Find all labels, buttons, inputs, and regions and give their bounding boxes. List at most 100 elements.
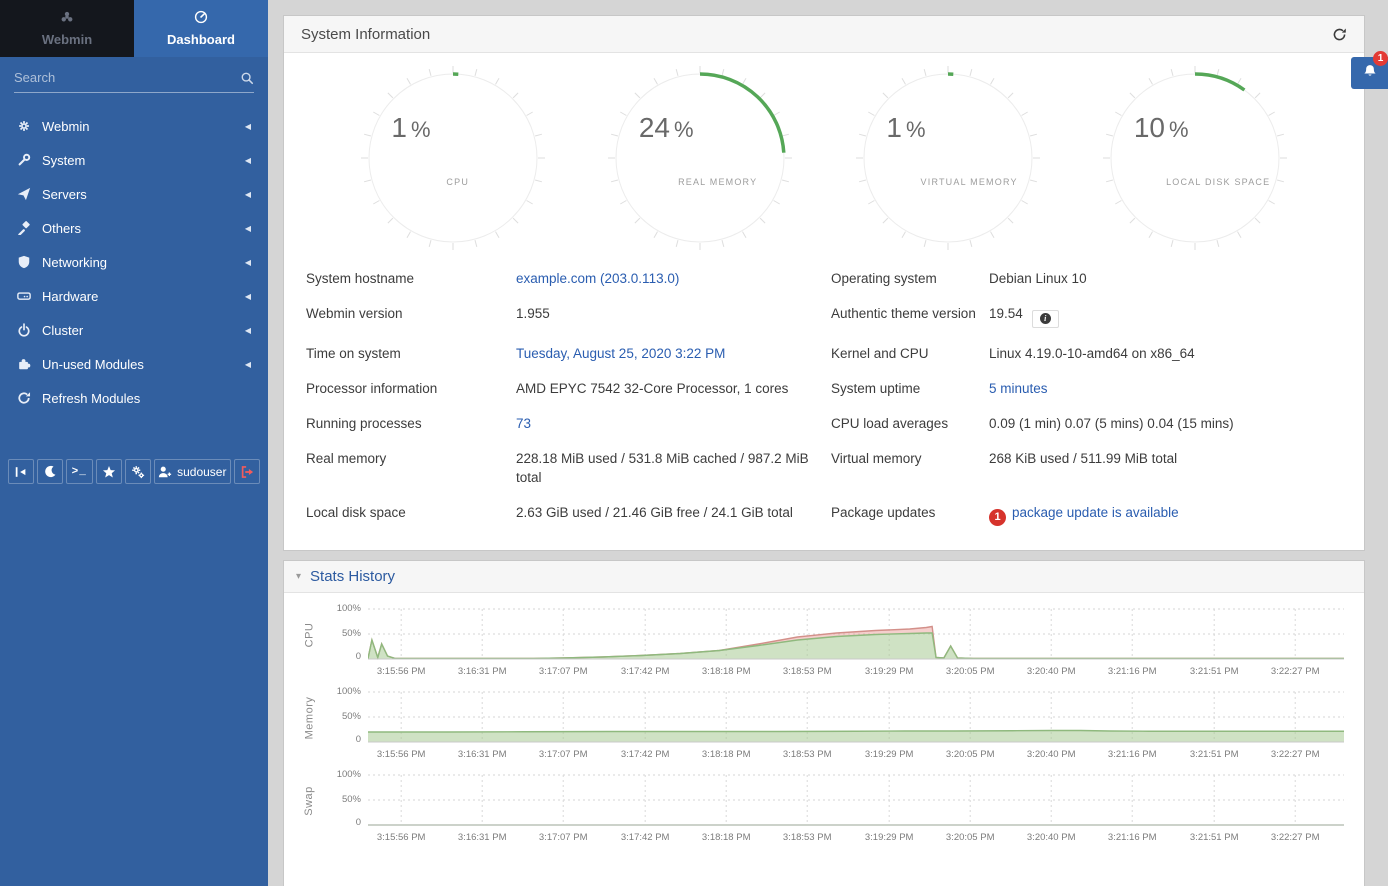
user-button[interactable]: sudouser — [154, 459, 231, 484]
info-value-text: 228.18 MiB used / 531.8 MiB cached / 987… — [516, 451, 809, 485]
gauge-percent-number: 1 — [886, 112, 902, 143]
info-label: Virtual memory — [831, 441, 989, 495]
gauge-percent-number: 10 — [1134, 112, 1165, 143]
sidebar-item-system[interactable]: System ◀ — [0, 143, 268, 177]
sidebar-item-others[interactable]: Others◀ — [0, 211, 268, 245]
night-mode-button[interactable] — [37, 459, 63, 484]
favorites-button[interactable] — [96, 459, 122, 484]
paper-plane-icon — [17, 187, 42, 201]
notifications-button[interactable]: 1 — [1351, 57, 1388, 89]
caret-left-icon: ◀ — [245, 224, 251, 233]
sidebar-item-servers[interactable]: Servers◀ — [0, 177, 268, 211]
sidebar-item-label: Networking — [42, 255, 107, 270]
gauge-caption: VIRTUAL MEMORY — [921, 177, 1018, 187]
notifications-badge: 1 — [1373, 51, 1388, 66]
info-value-link[interactable]: 5 minutes — [989, 381, 1048, 396]
info-value-text: AMD EPYC 7542 32-Core Processor, 1 cores — [516, 381, 788, 396]
sidebar-item-un-used-modules[interactable]: Un-used Modules◀ — [0, 347, 268, 381]
caret-left-icon: ◀ — [245, 258, 251, 267]
chart-xtick: 3:22:27 PM — [1271, 832, 1320, 843]
info-value-link[interactable]: Tuesday, August 25, 2020 3:22 PM — [516, 346, 725, 361]
info-value: example.com (203.0.113.0) — [516, 261, 831, 296]
chart-axis-group-label: Swap — [298, 773, 320, 829]
gauge-caption: CPU — [446, 177, 469, 187]
star-icon — [102, 465, 116, 479]
chart-ylabel: Memory — [303, 696, 315, 739]
info-value: 5 minutes — [989, 371, 1342, 406]
chart-xtick: 3:21:51 PM — [1190, 832, 1239, 843]
terminal-button[interactable]: >_ — [66, 459, 93, 484]
info-value: 73 — [516, 406, 831, 441]
info-label: Time on system — [306, 336, 516, 371]
gauge-value: 1% — [886, 112, 925, 144]
swap-history-chart: Swap100%50%03:15:56 PM3:16:31 PM3:17:07 … — [284, 773, 1364, 847]
info-value-text: 19.54 — [989, 306, 1023, 321]
stats-history-title: Stats History — [310, 568, 395, 585]
tab-webmin[interactable]: Webmin — [0, 0, 134, 57]
collapse-icon — [14, 465, 28, 479]
package-count-badge: 1 — [989, 509, 1006, 526]
username-label: sudouser — [177, 465, 226, 479]
chart-xtick: 3:17:07 PM — [539, 749, 588, 760]
memory-history-chart: Memory100%50%03:15:56 PM3:16:31 PM3:17:0… — [284, 690, 1364, 764]
chart-xtick: 3:17:42 PM — [621, 749, 670, 760]
info-value-text: 1.955 — [516, 306, 550, 321]
info-label: Local disk space — [306, 495, 516, 534]
chart-xtick: 3:21:51 PM — [1190, 666, 1239, 677]
collapse-sidebar-button[interactable] — [8, 459, 34, 484]
search-input[interactable] — [14, 70, 240, 85]
chart-xtick: 3:22:27 PM — [1271, 749, 1320, 760]
gauge-dial — [360, 65, 546, 251]
sidebar-item-label: System — [42, 153, 85, 168]
sidebar-item-hardware[interactable]: Hardware◀ — [0, 279, 268, 313]
stats-history-panel: ▾ Stats History CPU100%50%03:15:56 PM3:1… — [283, 560, 1365, 886]
chart-plot-area: 3:15:56 PM3:16:31 PM3:17:07 PM3:17:42 PM… — [368, 773, 1344, 847]
info-value-link[interactable]: package update is available — [1012, 505, 1179, 520]
sidebar-item-webmin[interactable]: Webmin◀ — [0, 109, 268, 143]
info-value-link[interactable]: example.com (203.0.113.0) — [516, 271, 679, 286]
chart-xtick: 3:16:31 PM — [458, 749, 507, 760]
chart-yticks: 100%50%0 — [320, 607, 368, 663]
chart-canvas — [368, 773, 1344, 829]
chart-xticks: 3:15:56 PM3:16:31 PM3:17:07 PM3:17:42 PM… — [368, 666, 1344, 681]
gauge-value: 24% — [639, 112, 694, 144]
refresh-icon — [17, 391, 42, 405]
chart-axis-group-label: CPU — [298, 607, 320, 663]
refresh-button[interactable] — [1332, 27, 1347, 42]
gauge-dial — [1102, 65, 1288, 251]
gauge-virtual-memory: 1% VIRTUAL MEMORY — [855, 65, 1041, 251]
tab-dashboard[interactable]: Dashboard — [134, 0, 268, 57]
chart-xtick: 3:18:18 PM — [702, 666, 751, 677]
collapse-icon[interactable]: ▾ — [296, 571, 301, 582]
gauge-percent-sign: % — [1169, 117, 1189, 142]
sidebar-item-cluster[interactable]: Cluster◀ — [0, 313, 268, 347]
chart-xtick: 3:21:16 PM — [1108, 749, 1157, 760]
theme-settings-button[interactable] — [125, 459, 151, 484]
info-value-text: Debian Linux 10 — [989, 271, 1087, 286]
bell-icon — [1363, 64, 1377, 83]
wrench-icon — [17, 153, 42, 167]
caret-left-icon: ◀ — [245, 156, 251, 165]
gauge-local-disk-space: 10% LOCAL DISK SPACE — [1102, 65, 1288, 251]
theme-info-button[interactable]: i — [1032, 310, 1059, 328]
sidebar-search — [14, 70, 254, 93]
sidebar-item-networking[interactable]: Networking ◀ — [0, 245, 268, 279]
gauge-percent-sign: % — [674, 117, 694, 142]
chart-xtick: 3:20:05 PM — [946, 832, 995, 843]
chart-xtick: 3:20:40 PM — [1027, 749, 1076, 760]
chart-yticks: 100%50%0 — [320, 690, 368, 746]
user-plus-icon — [158, 465, 172, 479]
info-value-text: 0.09 (1 min) 0.07 (5 mins) 0.04 (15 mins… — [989, 416, 1234, 431]
info-value: Debian Linux 10 — [989, 261, 1342, 296]
gauges-row: 1%CPU24%REAL MEMORY1%VIRTUAL MEMORY10%LO… — [284, 53, 1364, 253]
info-label: System uptime — [831, 371, 989, 406]
moon-icon — [43, 465, 57, 479]
cpu-history-chart: CPU100%50%03:15:56 PM3:16:31 PM3:17:07 P… — [284, 607, 1364, 681]
sidebar-item-refresh-modules[interactable]: Refresh Modules — [0, 381, 268, 415]
logout-button[interactable] — [234, 459, 260, 484]
gauge-caption: LOCAL DISK SPACE — [1166, 177, 1270, 187]
gears-icon — [131, 465, 145, 479]
info-value-link[interactable]: 73 — [516, 416, 531, 431]
gauge-percent-sign: % — [411, 117, 431, 142]
webmin-logo-icon — [60, 10, 74, 29]
